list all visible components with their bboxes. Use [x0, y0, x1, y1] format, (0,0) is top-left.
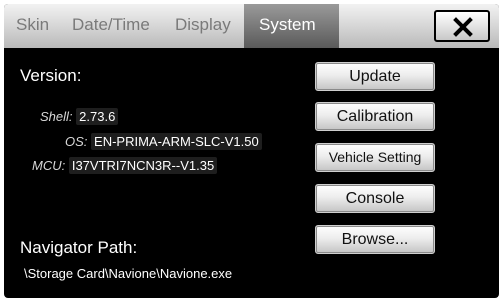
mcu-key: MCU:: [32, 158, 66, 173]
browse-button[interactable]: Browse...: [315, 225, 435, 254]
tab-display[interactable]: Display: [175, 15, 231, 35]
shell-version-row: Shell: 2.73.6: [40, 108, 119, 125]
update-button[interactable]: Update: [315, 62, 435, 91]
tab-date-time[interactable]: Date/Time: [72, 15, 150, 35]
version-heading: Version:: [20, 66, 82, 85]
os-version-row: OS: EN-PRIMA-ARM-SLC-V1.50: [65, 133, 262, 150]
tab-skin[interactable]: Skin: [16, 15, 49, 35]
close-x-icon: [453, 17, 473, 37]
calibration-button[interactable]: Calibration: [315, 102, 435, 131]
os-key: OS:: [65, 134, 88, 149]
mcu-value: I37VTRI7NCN3R--V1.35: [68, 157, 218, 174]
navigator-path-value: \Storage Card\Navione\Navione.exe: [24, 266, 233, 281]
os-value: EN-PRIMA-ARM-SLC-V1.50: [91, 133, 262, 150]
navigator-path-heading: Navigator Path:: [20, 238, 138, 257]
console-button[interactable]: Console: [315, 184, 435, 213]
tab-bar: Skin Date/Time Display System: [4, 4, 499, 48]
shell-key: Shell:: [40, 109, 73, 124]
vehicle-setting-button[interactable]: Vehicle Setting: [315, 143, 435, 172]
mcu-version-row: MCU: I37VTRI7NCN3R--V1.35: [32, 157, 218, 174]
close-button[interactable]: [434, 10, 490, 42]
shell-value: 2.73.6: [76, 108, 119, 125]
tab-system[interactable]: System: [259, 15, 316, 35]
system-settings-screen: Skin Date/Time Display System Version: S…: [4, 4, 499, 298]
